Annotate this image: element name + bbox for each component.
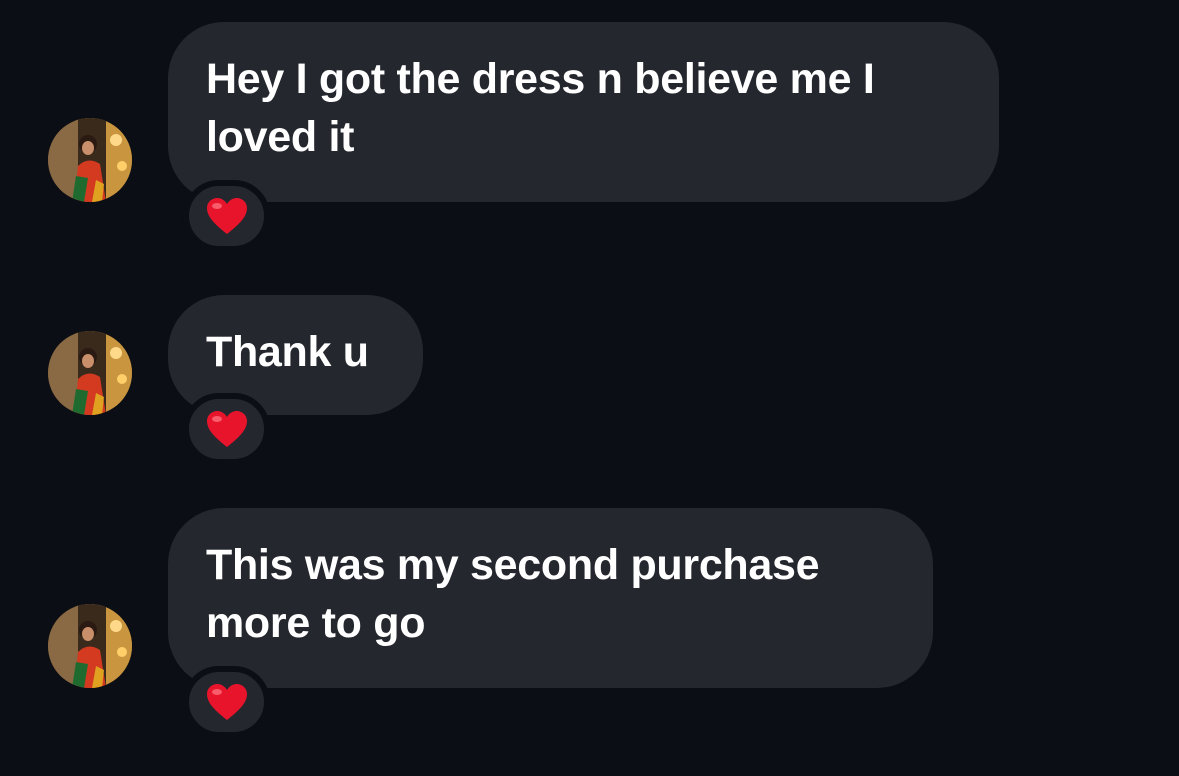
heart-icon	[206, 198, 247, 234]
heart-icon	[206, 684, 247, 720]
message-text: This was my second purchase more to go	[206, 541, 820, 647]
avatar[interactable]	[48, 604, 132, 688]
message-text: Thank u	[206, 328, 369, 376]
message-bubble[interactable]: This was my second purchase more to go	[168, 508, 933, 688]
message-thread: Hey I got the dress n believe me I loved…	[0, 0, 1179, 776]
avatar-photo	[48, 118, 132, 202]
avatar[interactable]	[48, 118, 132, 202]
message-text: Hey I got the dress n believe me I loved…	[206, 55, 875, 161]
reaction-badge[interactable]	[183, 180, 270, 252]
reaction-badge[interactable]	[183, 666, 270, 738]
reaction-badge[interactable]	[183, 393, 270, 465]
avatar-photo	[48, 331, 132, 415]
message-bubble[interactable]: Hey I got the dress n believe me I loved…	[168, 22, 999, 202]
avatar-photo	[48, 604, 132, 688]
avatar[interactable]	[48, 331, 132, 415]
heart-icon	[206, 411, 247, 447]
